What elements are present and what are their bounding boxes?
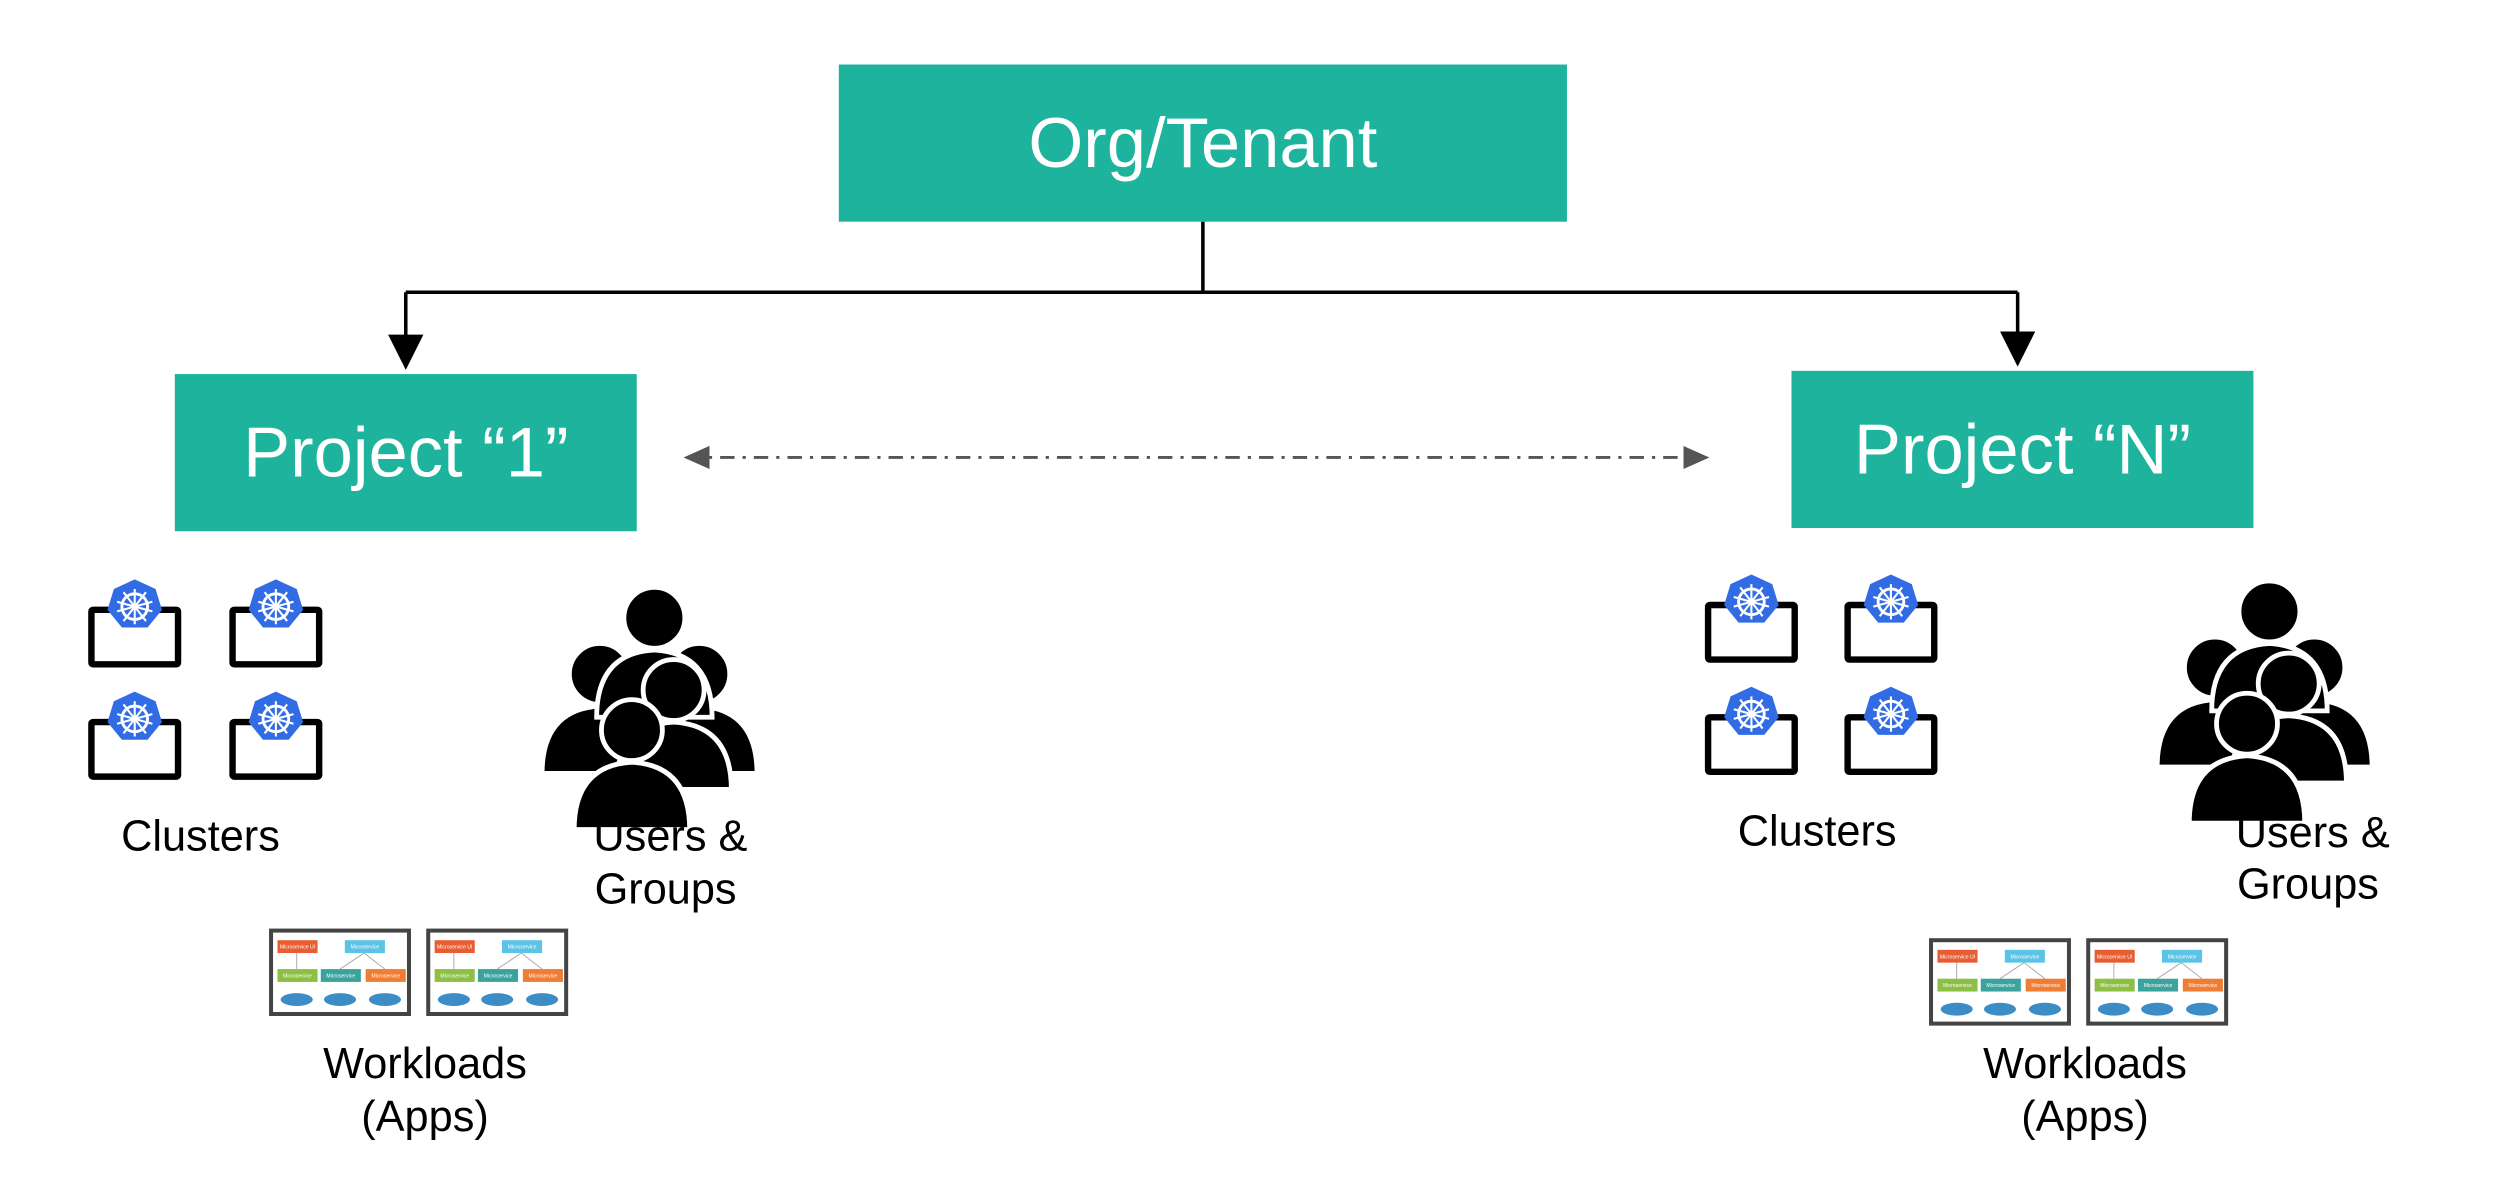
- org-tenant-box: Org/Tenant: [838, 64, 1567, 222]
- database-icon: [481, 993, 514, 1006]
- project-1-label: Project “1”: [243, 413, 568, 492]
- workloads-label-line2: (Apps): [361, 1093, 489, 1141]
- database-icon: [2097, 1002, 2130, 1016]
- database-icon: [368, 993, 401, 1006]
- users-label-line1: Users &: [593, 812, 747, 860]
- microservice-label: Microservice UI: [280, 945, 315, 951]
- workloads-label-line2: (Apps): [2021, 1093, 2149, 1141]
- workload-microservice-icon: Microservice UI Microservice Microservice M…: [269, 928, 411, 1016]
- database-icon: [437, 993, 470, 1006]
- database-icon: [2028, 1002, 2061, 1016]
- kubernetes-cluster-icon: [233, 692, 320, 777]
- database-icon: [1983, 1002, 2017, 1016]
- microservice-label: Microservice: [440, 974, 469, 980]
- microservice-label: Microservice: [2100, 983, 2129, 989]
- org-tenant-label: Org/Tenant: [1028, 103, 1377, 182]
- users-label-line2: Groups: [2237, 861, 2379, 909]
- project-n-label: Project “N”: [1854, 409, 2191, 488]
- microservice-label: Microservice: [508, 945, 537, 951]
- org-hierarchy-diagram: Org/Tenant Project “1” Clusters Users & …: [0, 64, 2390, 1141]
- hierarchy-connectors: [388, 221, 2036, 370]
- workloads-label-line1: Workloads: [1983, 1040, 2187, 1088]
- kubernetes-cluster-icon: [91, 692, 178, 777]
- database-icon: [280, 993, 313, 1006]
- workload-microservice-icon: Microservice UI Microservice Microservice M…: [1929, 938, 2071, 1026]
- microservice-label: Microservice UI: [2097, 954, 2132, 960]
- microservice-label: Microservice UI: [437, 945, 472, 951]
- users-label-line1: Users &: [2236, 809, 2390, 857]
- microservice-label: Microservice: [371, 974, 400, 980]
- microservice-label: Microservice: [283, 974, 312, 980]
- users-label-line2: Groups: [595, 865, 737, 913]
- database-icon: [323, 993, 357, 1006]
- database-icon: [2141, 1002, 2174, 1016]
- microservice-label: Microservice: [2031, 983, 2060, 989]
- kubernetes-cluster-icon: [233, 579, 320, 664]
- microservice-label: Microservice: [1943, 983, 1972, 989]
- kubernetes-cluster-icon: [1708, 687, 1795, 772]
- workloads-label-line1: Workloads: [323, 1040, 527, 1088]
- clusters-label: Clusters: [121, 812, 280, 860]
- kubernetes-cluster-icon: [1848, 687, 1935, 772]
- project-1: Project “1” Clusters Users & Groups Micr…: [91, 374, 757, 1141]
- clusters-group: [91, 579, 319, 776]
- kubernetes-cluster-icon: [1708, 575, 1795, 660]
- project-n: Project “N” Clusters Users & Groups Micr…: [1708, 370, 2390, 1141]
- microservice-label: Microservice: [350, 945, 379, 951]
- database-icon: [526, 993, 559, 1006]
- workload-microservice-icon: Microservice UI Microservice Microservice M…: [426, 928, 569, 1016]
- users-groups-icon: [542, 587, 757, 829]
- microservice-label: Microservice: [2168, 954, 2197, 960]
- microservice-label: Microservice: [484, 974, 513, 980]
- microservice-label: Microservice: [1986, 983, 2015, 989]
- database-icon: [2186, 1002, 2219, 1016]
- database-icon: [1940, 1002, 1973, 1016]
- users-groups-icon: [2157, 581, 2372, 823]
- microservice-label: Microservice: [326, 974, 355, 980]
- kubernetes-cluster-icon: [91, 579, 178, 664]
- kubernetes-cluster-icon: [1848, 575, 1935, 660]
- microservice-label: Microservice: [2144, 983, 2173, 989]
- clusters-label: Clusters: [1738, 808, 1897, 856]
- clusters-group: [1708, 575, 1934, 772]
- microservice-label: Microservice: [2010, 954, 2039, 960]
- microservice-label: Microservice UI: [1940, 954, 1975, 960]
- workload-microservice-icon: Microservice UI Microservice Microservice M…: [2086, 938, 2229, 1026]
- microservice-label: Microservice: [529, 974, 558, 980]
- microservice-label: Microservice: [2189, 983, 2218, 989]
